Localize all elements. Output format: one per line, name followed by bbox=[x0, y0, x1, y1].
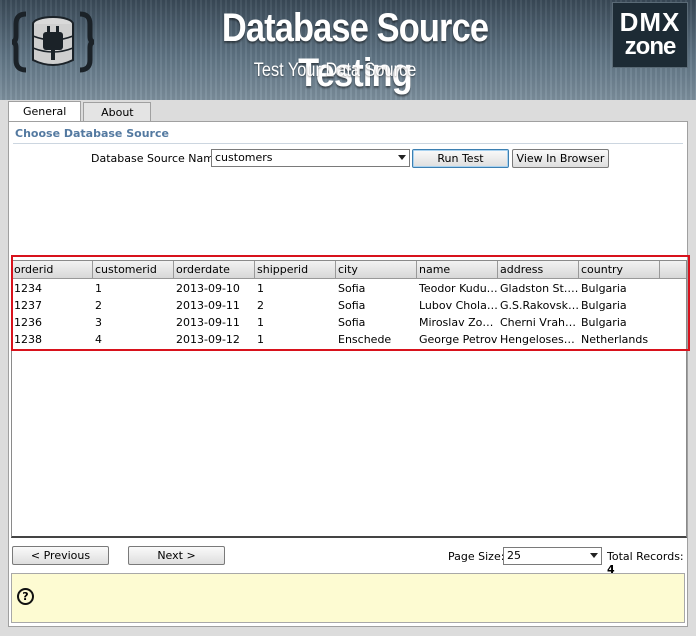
column-header-orderdate[interactable]: orderdate bbox=[174, 261, 255, 278]
total-records-label: Total Records: bbox=[607, 550, 684, 563]
view-in-browser-button[interactable]: View In Browser bbox=[512, 149, 609, 168]
cell-city: Sofia bbox=[338, 316, 366, 329]
cell-orderid: 1238 bbox=[14, 333, 42, 346]
cell-shipperid: 1 bbox=[257, 316, 264, 329]
run-test-button[interactable]: Run Test bbox=[412, 149, 509, 168]
cell-address: Cherni Vrah Str. bbox=[500, 316, 579, 329]
column-header-city[interactable]: city bbox=[336, 261, 417, 278]
cell-country: Netherlands bbox=[581, 333, 649, 346]
column-header-country[interactable]: country bbox=[579, 261, 660, 278]
tab-about[interactable]: About bbox=[83, 102, 152, 123]
cell-orderdate: 2013-09-11 bbox=[176, 316, 240, 329]
column-header-name[interactable]: name bbox=[417, 261, 498, 278]
cell-orderdate: 2013-09-12 bbox=[176, 333, 240, 346]
database-source-value: customers bbox=[215, 151, 273, 164]
brand-logo-top: DMX bbox=[619, 7, 681, 37]
dmxzone-logo: DMX zone bbox=[612, 2, 688, 68]
cell-name: Lubov Cholakova bbox=[419, 299, 498, 312]
table-row[interactable]: 1238 4 2013-09-12 1 Enschede George Petr… bbox=[12, 331, 686, 348]
page-size-label: Page Size: bbox=[448, 550, 505, 563]
cell-shipperid: 1 bbox=[257, 333, 264, 346]
page-size-value: 25 bbox=[507, 549, 521, 562]
grid-header: orderid customerid orderdate shipperid c… bbox=[12, 261, 686, 279]
cell-name: George Petrov bbox=[419, 333, 498, 346]
cell-country: Bulgaria bbox=[581, 299, 627, 312]
chevron-down-icon bbox=[590, 553, 598, 558]
previous-button[interactable]: < Previous bbox=[12, 546, 109, 565]
next-button[interactable]: Next > bbox=[128, 546, 225, 565]
section-divider bbox=[13, 143, 683, 144]
help-icon[interactable]: ? bbox=[17, 588, 34, 605]
database-plug-logo-icon bbox=[12, 11, 94, 73]
cell-orderid: 1234 bbox=[14, 282, 42, 295]
cell-name: Miroslav Zografov bbox=[419, 316, 498, 329]
column-header-shipperid[interactable]: shipperid bbox=[255, 261, 336, 278]
cell-city: Sofia bbox=[338, 282, 366, 295]
section-title: Choose Database Source bbox=[15, 127, 169, 140]
cell-orderid: 1236 bbox=[14, 316, 42, 329]
tab-general[interactable]: General bbox=[8, 101, 82, 123]
cell-customerid: 4 bbox=[95, 333, 102, 346]
cell-shipperid: 1 bbox=[257, 282, 264, 295]
cell-name: Teodor Kuduzov bbox=[419, 282, 498, 295]
table-row[interactable]: 1237 2 2013-09-11 2 Sofia Lubov Cholakov… bbox=[12, 297, 686, 314]
help-bar: ? bbox=[11, 573, 685, 623]
cell-orderdate: 2013-09-11 bbox=[176, 299, 240, 312]
cell-address: Hengelosestraat bbox=[500, 333, 579, 346]
page-title: Database Source Testing bbox=[221, 6, 489, 95]
header-banner: Database Source Testing Test Your Data S… bbox=[0, 0, 696, 100]
database-source-label: Database Source Name: bbox=[91, 152, 225, 165]
column-header-customerid[interactable]: customerid bbox=[93, 261, 174, 278]
cell-city: Sofia bbox=[338, 299, 366, 312]
cell-orderdate: 2013-09-10 bbox=[176, 282, 240, 295]
general-panel: Choose Database Source Database Source N… bbox=[8, 121, 690, 627]
column-header-address[interactable]: address bbox=[498, 261, 579, 278]
table-row[interactable]: 1234 1 2013-09-10 1 Sofia Teodor Kuduzov… bbox=[12, 280, 686, 297]
cell-country: Bulgaria bbox=[581, 316, 627, 329]
cell-orderid: 1237 bbox=[14, 299, 42, 312]
page-size-select[interactable]: 25 bbox=[503, 547, 602, 565]
grid-body: 1234 1 2013-09-10 1 Sofia Teodor Kuduzov… bbox=[12, 280, 686, 348]
table-row[interactable]: 1236 3 2013-09-11 1 Sofia Miroslav Zogra… bbox=[12, 314, 686, 331]
cell-customerid: 2 bbox=[95, 299, 102, 312]
cell-country: Bulgaria bbox=[581, 282, 627, 295]
page-subtitle: Test Your Data Source bbox=[253, 60, 417, 81]
tab-bar: General About bbox=[8, 101, 153, 123]
cell-address: G.S.Rakovski 12 bbox=[500, 299, 579, 312]
chevron-down-icon bbox=[398, 155, 406, 160]
brand-logo-bottom: zone bbox=[624, 33, 677, 60]
cell-customerid: 3 bbox=[95, 316, 102, 329]
cell-address: Gladston St.37 bbox=[500, 282, 579, 295]
cell-city: Enschede bbox=[338, 333, 392, 346]
cell-shipperid: 2 bbox=[257, 299, 264, 312]
results-grid: orderid customerid orderdate shipperid c… bbox=[11, 260, 687, 538]
cell-customerid: 1 bbox=[95, 282, 102, 295]
database-source-select[interactable]: customers bbox=[211, 149, 410, 167]
column-header-orderid[interactable]: orderid bbox=[12, 261, 93, 278]
